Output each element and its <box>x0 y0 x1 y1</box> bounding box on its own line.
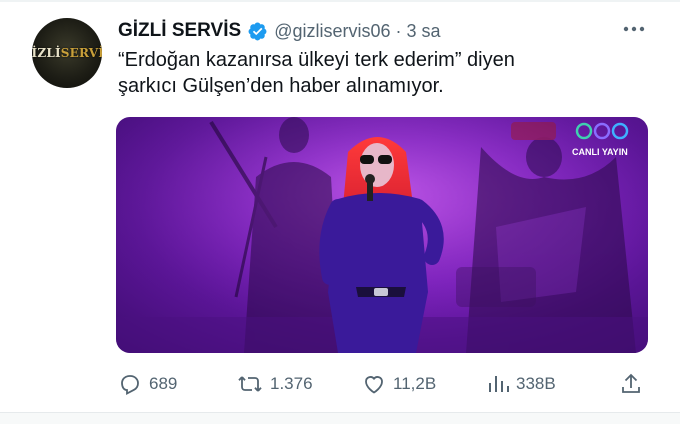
verified-badge-icon[interactable] <box>247 21 268 42</box>
avatar-logo-text: GİZLİSERVİS <box>32 46 102 60</box>
trumpet-player <box>456 267 536 307</box>
concert-scene: CANLI YAYIN <box>116 117 648 353</box>
tweet-text-line-1: “Erdoğan kazanırsa ülkeyi terk ederim” d… <box>118 49 515 71</box>
retweet-count: 1.376 <box>270 374 313 393</box>
views-button[interactable]: 338B <box>487 370 556 398</box>
more-options-icon[interactable] <box>614 14 654 44</box>
tweet-text-line-2: şarkıcı Gülşen’den haber alınamıyor. <box>118 75 444 97</box>
views-count: 338B <box>516 374 556 393</box>
share-icon <box>620 372 642 396</box>
retweet-icon <box>237 372 263 396</box>
action-bar: 689 1.376 11,2B 338B <box>0 370 680 398</box>
watermark-label: CANLI YAYIN <box>572 147 628 157</box>
bottom-divider <box>0 412 680 424</box>
avatar[interactable]: GİZLİSERVİS <box>32 18 102 88</box>
separator-dot: · <box>395 20 402 41</box>
reply-button[interactable]: 689 <box>118 370 177 398</box>
tweet-media-image[interactable]: CANLI YAYIN <box>116 117 648 353</box>
handle[interactable]: @gizliservis06 <box>274 21 390 42</box>
reply-icon <box>118 372 142 396</box>
like-button[interactable]: 11,2B <box>362 370 436 398</box>
like-count: 11,2B <box>393 374 437 393</box>
reply-count: 689 <box>149 374 178 393</box>
retweet-button[interactable]: 1.376 <box>237 370 313 398</box>
tweet-text: “Erdoğan kazanırsa ülkeyi terk ederim” d… <box>118 47 618 99</box>
share-button[interactable] <box>620 370 642 398</box>
tweet-header: GİZLİ SERVİS @gizliservis06 · 3 sa <box>118 18 441 44</box>
views-icon <box>487 372 509 396</box>
top-divider <box>0 0 680 2</box>
display-name[interactable]: GİZLİ SERVİS <box>118 20 241 42</box>
timestamp[interactable]: 3 sa <box>407 21 441 42</box>
like-icon <box>362 372 386 396</box>
